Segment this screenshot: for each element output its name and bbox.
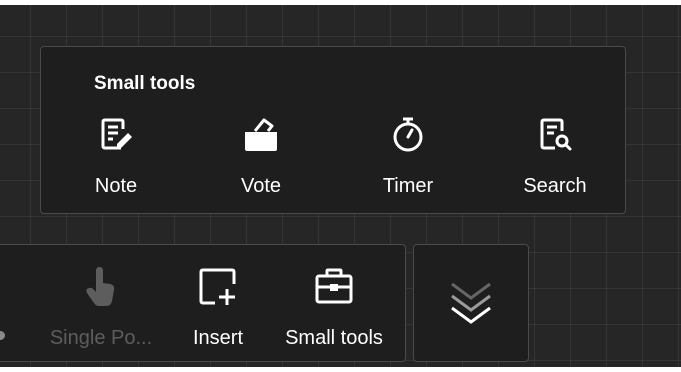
timer-icon <box>348 115 468 155</box>
search-label: Search <box>523 175 587 197</box>
bottom-toolbar: Single Po... Insert Small tools <box>0 244 406 362</box>
chevrons-down-icon <box>448 278 494 329</box>
timer-tool-button[interactable]: Timer <box>348 115 468 205</box>
search-tool-button[interactable]: Search <box>495 115 615 205</box>
vote-label: Vote <box>240 175 282 197</box>
popup-title: Small tools <box>94 73 196 94</box>
frame-top <box>0 0 681 5</box>
vote-icon <box>201 115 321 155</box>
timer-label: Timer <box>382 175 434 197</box>
insert-label: Insert <box>192 327 244 349</box>
small-tools-label: Small tools <box>285 327 383 349</box>
collapse-toolbar-button[interactable] <box>413 244 529 362</box>
small-tools-button[interactable]: Small tools <box>270 245 398 363</box>
toolbox-icon <box>270 265 398 309</box>
insert-icon <box>178 265 258 309</box>
note-label: Note <box>94 175 138 197</box>
search-icon <box>495 115 615 155</box>
single-pointer-button[interactable]: Single Po... <box>42 245 160 363</box>
insert-button[interactable]: Insert <box>178 245 258 363</box>
frame-bottom <box>0 367 681 372</box>
single-pointer-label: Single Po... <box>49 327 153 349</box>
single-pointer-icon <box>42 265 160 309</box>
vote-tool-button[interactable]: Vote <box>201 115 321 205</box>
note-tool-button[interactable]: Note <box>56 115 176 205</box>
note-icon <box>56 115 176 155</box>
small-tools-popup: Small tools Note Vote Timer Search <box>40 46 626 214</box>
